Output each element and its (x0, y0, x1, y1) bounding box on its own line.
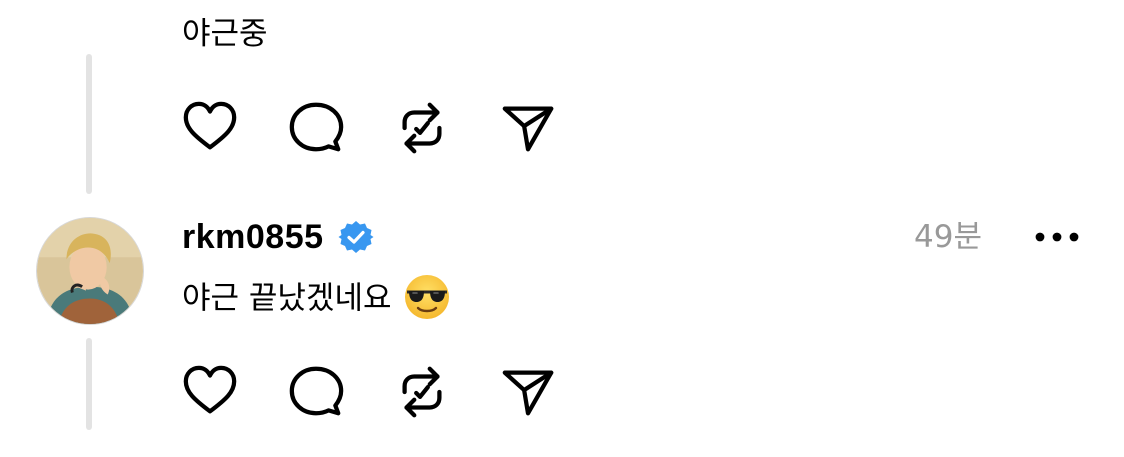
share-button[interactable] (498, 362, 558, 422)
comment-icon (289, 102, 344, 152)
send-icon (502, 370, 554, 416)
repost-button[interactable] (392, 362, 452, 422)
like-button[interactable] (180, 362, 240, 422)
repost-button[interactable] (392, 98, 452, 158)
verified-icon (338, 221, 374, 253)
comment-icon (289, 366, 344, 416)
thread-line (86, 338, 92, 430)
heart-icon (183, 101, 237, 150)
like-button[interactable] (180, 98, 240, 158)
avatar[interactable] (36, 217, 144, 325)
more-options-button[interactable] (1030, 220, 1084, 254)
profile-photo (37, 218, 143, 324)
sunglasses-emoji-icon (404, 275, 449, 319)
post-actions (180, 98, 604, 158)
repost-icon (402, 366, 442, 418)
send-icon (502, 106, 554, 152)
reply-button[interactable] (286, 362, 346, 422)
username[interactable]: rkm0855 (182, 218, 324, 257)
thread-line (86, 54, 92, 194)
verified-badge (338, 219, 374, 255)
more-icon (1035, 232, 1079, 242)
post-header: rkm0855 (182, 214, 374, 260)
post-body-text: 야근중 (182, 16, 268, 52)
reply-text-line: 야근 끝났겠네요 (182, 275, 452, 322)
reply-body-text: 야근 끝났겠네요 (182, 280, 392, 317)
repost-icon (402, 102, 442, 154)
post-timestamp: 49분 (914, 219, 982, 255)
reply-actions (180, 362, 604, 422)
heart-icon (183, 365, 237, 414)
reply-button[interactable] (286, 98, 346, 158)
share-button[interactable] (498, 98, 558, 158)
